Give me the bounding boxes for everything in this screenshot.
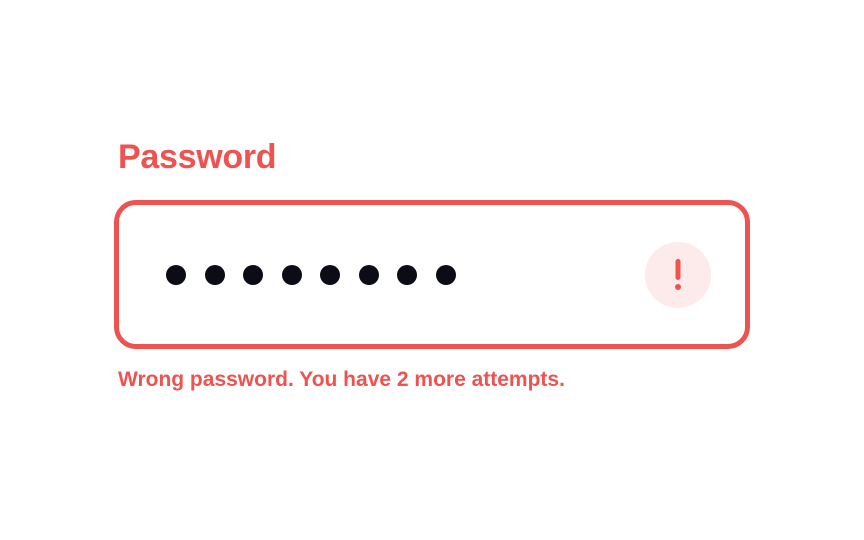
password-dot xyxy=(397,264,417,285)
password-dot xyxy=(358,264,379,285)
password-dot xyxy=(281,264,302,285)
error-message: Wrong password. You have 2 more attempts… xyxy=(118,368,565,391)
password-dot xyxy=(204,264,225,285)
password-input[interactable] xyxy=(114,200,750,349)
password-dot xyxy=(435,264,456,285)
password-dot xyxy=(320,264,340,285)
password-dot xyxy=(166,264,186,285)
masked-password-value xyxy=(166,264,456,285)
exclamation-icon xyxy=(645,241,711,308)
password-dot xyxy=(243,264,263,285)
password-label: Password xyxy=(118,138,277,176)
